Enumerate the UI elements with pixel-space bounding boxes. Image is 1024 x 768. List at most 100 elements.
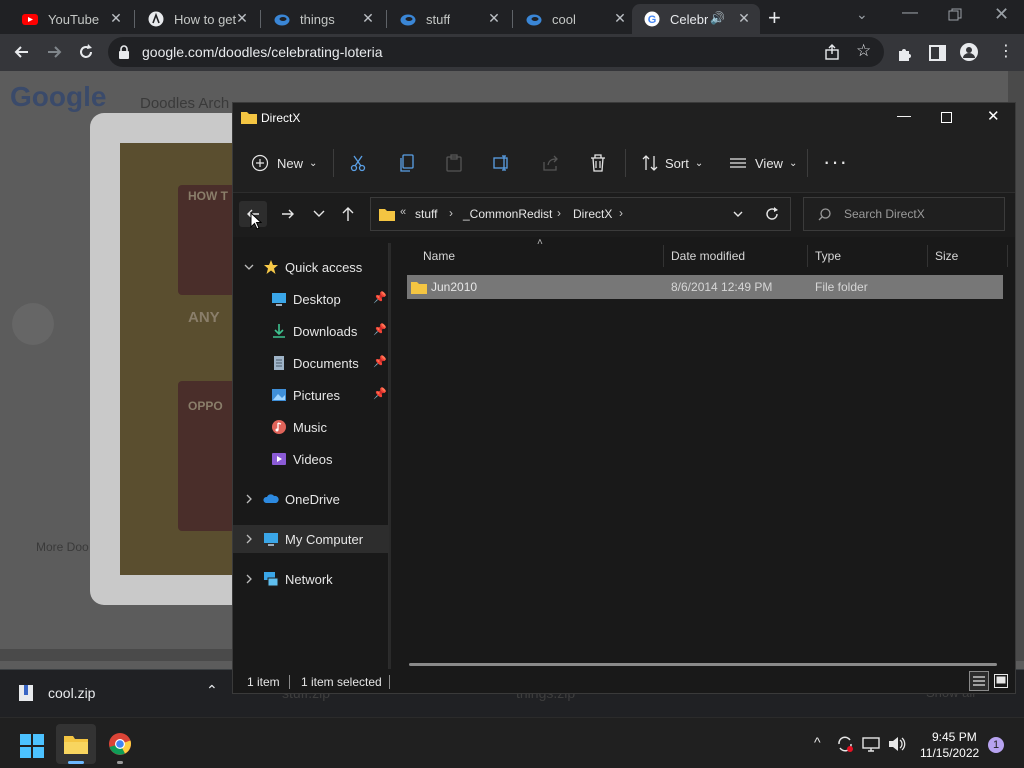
recent-locations-icon[interactable]	[313, 209, 325, 219]
search-box[interactable]: Search DirectX	[803, 197, 1005, 231]
chrome-taskbar-button[interactable]	[100, 724, 140, 764]
tab-things[interactable]: things ✕	[262, 4, 384, 34]
windows-start-icon[interactable]	[20, 734, 44, 758]
profile-icon[interactable]	[959, 42, 979, 62]
speaker-icon[interactable]: 🔊	[710, 11, 725, 25]
pin-icon[interactable]: 📌	[373, 355, 387, 369]
minimize-icon[interactable]: —	[902, 4, 918, 22]
tab-cool[interactable]: cool ✕	[514, 4, 636, 34]
nav-label: Desktop	[293, 291, 341, 307]
up-arrow-icon[interactable]	[341, 206, 355, 222]
nav-my-computer[interactable]: My Computer	[233, 525, 389, 553]
cut-icon[interactable]	[349, 154, 367, 172]
address-dropdown-icon[interactable]	[733, 211, 743, 219]
browser-tab-strip: YouTube ✕ How to get ✕ things ✕ stuff ✕ …	[0, 0, 1024, 34]
maximize-icon[interactable]	[941, 112, 952, 123]
view-button[interactable]: View ⌄	[729, 133, 797, 193]
volume-icon[interactable]	[888, 735, 906, 753]
bookmark-star-icon[interactable]: ☆	[856, 41, 871, 61]
nav-desktop[interactable]: Desktop 📌	[233, 285, 389, 313]
reload-icon[interactable]	[76, 42, 96, 62]
tab-celebrating[interactable]: G Celebra 🔊 ✕	[632, 4, 760, 34]
download-item-cool[interactable]: cool.zip	[48, 685, 95, 701]
nav-music[interactable]: Music	[233, 413, 389, 441]
pin-icon[interactable]: 📌	[373, 291, 387, 305]
back-icon[interactable]	[12, 42, 32, 62]
network-status-icon[interactable]	[862, 735, 880, 753]
column-header-size[interactable]: Size	[935, 239, 958, 273]
extensions-icon[interactable]	[896, 43, 916, 63]
notification-badge[interactable]: 1	[988, 737, 1004, 753]
nav-documents[interactable]: Documents 📌	[233, 349, 389, 377]
rename-icon[interactable]	[493, 154, 511, 172]
nav-videos[interactable]: Videos	[233, 445, 389, 473]
tab-youtube[interactable]: YouTube ✕	[10, 4, 132, 34]
explorer-titlebar[interactable]: DirectX — ✕	[233, 103, 1015, 133]
computer-icon	[264, 533, 278, 546]
horizontal-scrollbar[interactable]	[409, 663, 997, 666]
column-header-name[interactable]: Name	[423, 239, 455, 273]
more-doodles-link[interactable]: More Doo	[36, 540, 89, 554]
side-panel-icon[interactable]	[928, 43, 948, 63]
close-tab-icon[interactable]: ✕	[108, 10, 124, 26]
share-icon[interactable]	[824, 44, 840, 60]
forward-arrow-icon[interactable]	[281, 207, 295, 221]
breadcrumb-commonredist[interactable]: _CommonRedist	[463, 207, 552, 221]
chevron-up-icon[interactable]: ⌃	[206, 682, 218, 699]
close-tab-icon[interactable]: ✕	[234, 10, 250, 26]
breadcrumb-separator-icon[interactable]: ›	[557, 206, 561, 220]
close-window-icon[interactable]: ✕	[994, 4, 1009, 25]
item-count: 1 item	[247, 675, 280, 689]
doodles-archive-link[interactable]: Doodles Arch	[140, 95, 229, 112]
minimize-icon[interactable]: —	[897, 107, 911, 123]
breadcrumb-stuff[interactable]: stuff	[415, 207, 437, 221]
large-icons-view-icon[interactable]	[994, 674, 1008, 688]
sync-icon[interactable]	[836, 735, 854, 753]
tab-how-to-get[interactable]: How to get ✕	[136, 4, 258, 34]
chevron-up-icon[interactable]: ^	[814, 734, 821, 750]
tab-search-icon[interactable]: ⌄	[856, 6, 868, 23]
new-tab-button[interactable]: +	[768, 5, 781, 31]
address-bar[interactable]: google.com/doodles/celebrating-loteria ☆	[108, 37, 884, 67]
nav-pictures[interactable]: Pictures 📌	[233, 381, 389, 409]
close-tab-icon[interactable]: ✕	[486, 10, 502, 26]
column-header-date[interactable]: Date modified	[671, 239, 745, 273]
column-header-type[interactable]: Type	[815, 239, 841, 273]
menu-icon[interactable]: ⋮	[998, 41, 1014, 61]
address-bar[interactable]: « stuff › _CommonRedist › DirectX ›	[370, 197, 791, 231]
pin-icon[interactable]: 📌	[373, 323, 387, 337]
details-view-button[interactable]	[969, 671, 989, 691]
delete-icon[interactable]	[590, 154, 606, 172]
breadcrumb-separator-icon[interactable]: ›	[619, 206, 623, 220]
doodle-image[interactable]: HOW T ANY OPPO	[120, 143, 250, 575]
sort-button[interactable]: Sort ⌄	[641, 133, 703, 193]
paste-icon[interactable]	[446, 154, 462, 172]
restore-icon[interactable]	[948, 8, 962, 22]
close-tab-icon[interactable]: ✕	[360, 10, 376, 26]
close-tab-icon[interactable]: ✕	[612, 10, 628, 26]
nav-quick-access[interactable]: Quick access	[233, 253, 389, 281]
new-button[interactable]: New ⌄	[251, 133, 317, 193]
close-window-icon[interactable]: ✕	[987, 107, 1000, 125]
copy-icon[interactable]	[399, 154, 415, 172]
nav-network[interactable]: Network	[233, 565, 389, 593]
forward-icon[interactable]	[44, 42, 64, 62]
breadcrumb-separator-icon[interactable]: ›	[449, 206, 453, 220]
pin-icon[interactable]: 📌	[373, 387, 387, 401]
share-icon[interactable]	[542, 154, 560, 172]
refresh-icon[interactable]	[765, 207, 779, 221]
breadcrumb-directx[interactable]: DirectX	[573, 207, 612, 221]
lock-icon[interactable]	[118, 45, 130, 59]
nav-downloads[interactable]: Downloads 📌	[233, 317, 389, 345]
tab-stuff[interactable]: stuff ✕	[388, 4, 510, 34]
more-options-icon[interactable]: ···	[823, 149, 848, 175]
carousel-button[interactable]	[12, 303, 54, 345]
overflow-chevron-icon[interactable]: «	[400, 206, 406, 218]
file-explorer-taskbar-button[interactable]	[56, 724, 96, 764]
table-row[interactable]: Jun2010 8/6/2014 12:49 PM File folder	[407, 275, 1003, 299]
nav-onedrive[interactable]: OneDrive	[233, 485, 389, 513]
clock-time[interactable]: 9:45 PM	[932, 730, 977, 744]
close-tab-icon[interactable]: ✕	[736, 10, 752, 26]
clock-date[interactable]: 11/15/2022	[920, 746, 979, 760]
google-logo[interactable]: Google	[10, 81, 106, 113]
